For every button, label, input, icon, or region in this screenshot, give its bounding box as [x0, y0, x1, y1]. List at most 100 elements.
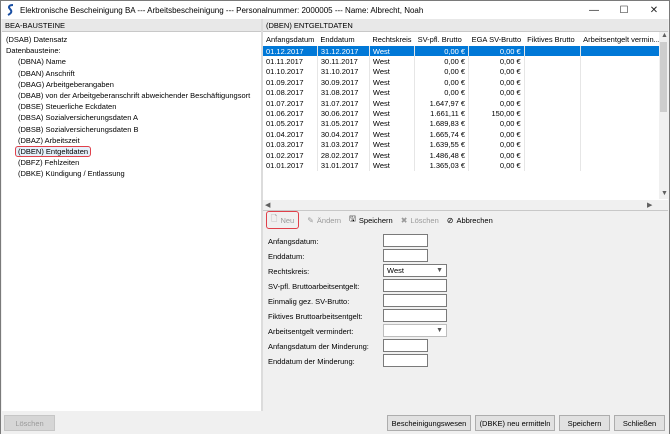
table-row[interactable]: 01.12.2017 31.12.2017 West 0,00 €0,00 €	[263, 46, 667, 57]
scroll-right-icon[interactable]: ▶	[647, 201, 652, 209]
rechtskreis-select[interactable]: West ▼	[383, 264, 447, 277]
table-row[interactable]: 01.04.2017 30.04.2017 West 1.665,74 €0,00 €	[263, 129, 667, 140]
table-row[interactable]: 01.07.2017 31.07.2017 West 1.647,97 €0,00 €	[263, 97, 667, 109]
table-row[interactable]: 01.11.2017 30.11.2017 West 0,00 €0,00 €	[263, 56, 667, 67]
ende-minderung-field[interactable]	[383, 354, 428, 367]
loeschen-toolbar-button[interactable]: ✖ Löschen	[401, 216, 439, 225]
table-cell: 0,00 €	[468, 87, 525, 98]
table-cell: 0,00 €	[468, 129, 525, 140]
col-header-fiktives-brutto[interactable]: Fiktives Brutto	[524, 32, 580, 46]
minimize-button[interactable]: —	[579, 1, 609, 19]
speichern-button[interactable]: Speichern	[559, 415, 610, 431]
sv-brutto-field[interactable]	[383, 279, 447, 292]
col-header-arbeitsentgelt-vermindert[interactable]: Arbeitsentgelt vermin...	[580, 32, 666, 46]
table-row[interactable]: 01.08.2017 31.08.2017 West 0,00 €0,00 €	[263, 87, 667, 98]
save-icon: 🖫	[349, 214, 356, 223]
table-cell	[524, 149, 581, 161]
scroll-left-icon[interactable]: ◀	[265, 201, 270, 209]
neu-button[interactable]: 🗋 Neu	[266, 211, 300, 229]
speichern-toolbar-button[interactable]: 🖫 Speichern	[349, 213, 393, 227]
vermindert-select[interactable]: ▼	[383, 324, 447, 337]
table-row[interactable]: 01.01.2017 31.01.2017 West 1.365,03 €0,00 €	[263, 160, 667, 171]
label-ende-minderung: Enddatum der Minderung:	[268, 357, 355, 366]
col-header-ega-sv-brutto[interactable]: EGA SV-Brutto	[469, 32, 525, 46]
app-window: Elektronische Bescheinigung BA --- Arbei…	[0, 0, 670, 434]
table-cell: West	[369, 118, 416, 130]
label-sv-brutto: SV-pfl. Bruttoarbeitsentgelt:	[268, 282, 360, 291]
tree-item-dben[interactable]: (DBEN) Entgeltdaten	[2, 145, 261, 157]
tree-item-dbfz[interactable]: (DBFZ) Fehlzeiten	[2, 157, 261, 168]
pencil-icon: ✎	[307, 215, 314, 225]
tree-item-dbaz[interactable]: (DBAZ) Arbeitszeit	[2, 135, 261, 146]
table-cell: 0,00 €	[414, 66, 470, 78]
tree-item-dbab[interactable]: (DBAB) von der Arbeitgeberanschrift abwe…	[2, 90, 261, 101]
table-cell: 01.06.2017	[263, 108, 318, 119]
tree-item-dbsb[interactable]: (DBSB) Sozialversicherungsdaten B	[2, 124, 261, 135]
tree-item-dbke[interactable]: (DBKE) Kündigung / Entlassung	[2, 168, 261, 179]
label-enddatum: Enddatum:	[268, 252, 305, 261]
dbke-neu-ermitteln-button[interactable]: (DBKE) neu ermitteln	[475, 415, 555, 431]
loeschen-button[interactable]: Löschen	[4, 415, 55, 431]
table-cell	[524, 87, 581, 98]
table-row[interactable]: 01.10.2017 31.10.2017 West 0,00 €0,00 €	[263, 66, 667, 78]
table-cell	[580, 160, 667, 171]
fiktiv-field[interactable]	[383, 309, 447, 322]
maximize-button[interactable]: ☐	[609, 1, 639, 19]
table-cell	[524, 97, 581, 109]
einmalig-field[interactable]	[383, 294, 447, 307]
aendern-button[interactable]: ✎ Ändern	[307, 216, 341, 225]
entgeltdaten-header: (DBEN) ENTGELTDATEN	[263, 19, 668, 32]
grid-vertical-scrollbar[interactable]: ▲ ▼	[659, 32, 668, 199]
label-anfangsdatum: Anfangsdatum:	[268, 237, 319, 246]
scroll-down-icon[interactable]: ▼	[661, 190, 668, 197]
table-row[interactable]: 01.03.2017 31.03.2017 West 1.639,55 €0,00 €	[263, 139, 667, 150]
chevron-down-icon: ▼	[436, 327, 443, 334]
tree-item-dbag[interactable]: (DBAG) Arbeitgeberangaben	[2, 79, 261, 90]
table-cell	[580, 66, 667, 78]
vertical-scroll-thumb[interactable]	[660, 42, 667, 112]
table-cell: 31.01.2017	[317, 160, 370, 171]
app-logo-icon	[7, 4, 14, 16]
entgelt-table: Anfangsdatum Enddatum Rechtskreis SV-pfl…	[263, 32, 667, 171]
table-row[interactable]: 01.09.2017 30.09.2017 West 0,00 €0,00 €	[263, 77, 667, 88]
schliessen-button[interactable]: Schließen	[614, 415, 665, 431]
table-row[interactable]: 01.02.2017 28.02.2017 West 1.486,48 €0,00 €	[263, 149, 667, 161]
enddatum-field[interactable]	[383, 249, 428, 262]
tree-item-dbse[interactable]: (DBSE) Steuerliche Eckdaten	[2, 101, 261, 112]
abbrechen-button[interactable]: ⊘ Abbrechen	[447, 216, 493, 225]
grid-horizontal-scrollbar[interactable]: ◀ ▶	[263, 200, 668, 210]
table-cell: West	[369, 87, 416, 98]
scroll-up-icon[interactable]: ▲	[661, 32, 668, 39]
table-cell: 0,00 €	[468, 66, 525, 78]
col-header-anfangsdatum[interactable]: Anfangsdatum	[263, 32, 317, 46]
table-cell: West	[369, 108, 416, 119]
col-header-sv-brutto[interactable]: SV-pfl. Brutto	[415, 32, 469, 46]
tree-item-dbna[interactable]: (DBNA) Name	[2, 56, 261, 67]
anfang-minderung-field[interactable]	[383, 339, 428, 352]
cancel-circle-icon: ⊘	[446, 215, 454, 225]
table-cell	[580, 129, 667, 140]
table-cell: 31.05.2017	[317, 118, 370, 130]
table-cell: 0,00 €	[414, 77, 470, 88]
table-row[interactable]: 01.06.2017 30.06.2017 West 1.661,11 €150,00…	[263, 108, 667, 119]
col-header-enddatum[interactable]: Enddatum	[317, 32, 369, 46]
bescheinigungswesen-button[interactable]: Bescheinigungswesen	[387, 415, 471, 431]
table-cell: West	[369, 46, 416, 57]
new-document-icon: 🗋	[271, 214, 278, 223]
table-cell: 01.03.2017	[263, 139, 318, 150]
table-row[interactable]: 01.05.2017 31.05.2017 West 1.689,83 €0,00 €	[263, 118, 667, 130]
table-cell	[580, 118, 667, 130]
close-button[interactable]: ✕	[639, 1, 669, 19]
tree-item-dbsa[interactable]: (DBSA) Sozialversicherungsdaten A	[2, 112, 261, 123]
table-cell	[524, 160, 581, 171]
table-cell: West	[369, 77, 416, 88]
tree-item-dban[interactable]: (DBAN) Anschrift	[2, 68, 261, 79]
anfangsdatum-field[interactable]	[383, 234, 428, 247]
table-cell: West	[369, 97, 416, 109]
label-rechtskreis: Rechtskreis:	[268, 267, 310, 276]
table-cell: 30.11.2017	[317, 56, 370, 67]
col-header-rechtskreis[interactable]: Rechtskreis	[369, 32, 414, 46]
label-einmalig: Einmalig gez. SV-Brutto:	[268, 297, 350, 306]
tree-item-dsab[interactable]: (DSAB) Datensatz	[2, 34, 261, 45]
table-cell: 31.07.2017	[317, 97, 370, 109]
